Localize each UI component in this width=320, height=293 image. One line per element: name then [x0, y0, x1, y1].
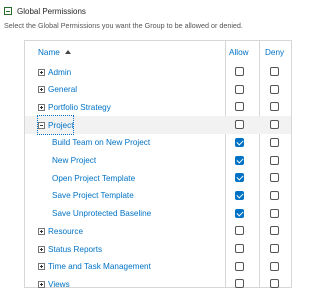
- expand-icon[interactable]: [38, 68, 45, 76]
- allow-checkbox[interactable]: [235, 190, 244, 200]
- deny-checkbox[interactable]: [270, 67, 279, 76]
- row-label: Open Project Template: [52, 173, 136, 183]
- allow-checkbox[interactable]: [235, 279, 244, 289]
- allow-checkbox[interactable]: [235, 120, 244, 130]
- expand-icon[interactable]: [38, 263, 45, 271]
- expand-icon[interactable]: [38, 86, 45, 94]
- allow-checkbox[interactable]: [235, 84, 244, 94]
- table-row: Save Unprotected Baseline: [25, 205, 291, 223]
- table-row: Status Reports: [25, 240, 291, 258]
- expand-icon[interactable]: [38, 227, 45, 235]
- row-label: New Project: [52, 156, 97, 165]
- row-label: Resource: [48, 226, 84, 236]
- table-row: Resource: [25, 222, 291, 240]
- deny-checkbox[interactable]: [270, 279, 279, 289]
- deny-checkbox[interactable]: [270, 102, 279, 112]
- table-row: Views: [25, 275, 291, 293]
- allow-checkbox[interactable]: [235, 261, 244, 271]
- row-label: Build Team on New Project: [52, 138, 151, 148]
- expand-icon[interactable]: [38, 280, 45, 288]
- row-label: Status Reports: [48, 244, 103, 254]
- permissions-table: Name Allow Deny Admin General Portfolio St…: [24, 40, 292, 289]
- column-header-deny: Deny: [265, 47, 285, 57]
- deny-checkbox[interactable]: [270, 261, 279, 271]
- allow-checkbox[interactable]: [235, 208, 244, 218]
- permission-group[interactable]: Views: [38, 275, 70, 293]
- table-row: Open Project Template: [25, 169, 291, 187]
- section-title: Global Permissions: [17, 6, 86, 16]
- deny-checkbox[interactable]: [270, 208, 279, 218]
- deny-checkbox[interactable]: [270, 120, 279, 130]
- allow-checkbox[interactable]: [235, 244, 244, 253]
- permission-group[interactable]: General: [38, 81, 77, 99]
- permission-item[interactable]: Build Team on New Project: [52, 134, 150, 152]
- collapse-icon[interactable]: [38, 121, 45, 129]
- permission-group[interactable]: Admin: [38, 63, 71, 81]
- allow-checkbox[interactable]: [235, 102, 244, 112]
- expand-icon[interactable]: [38, 245, 45, 253]
- deny-checkbox[interactable]: [270, 155, 279, 165]
- permission-group[interactable]: Status Reports: [38, 240, 102, 258]
- table-row: General: [25, 81, 291, 99]
- deny-checkbox[interactable]: [270, 226, 279, 236]
- collapse-icon[interactable]: [4, 7, 12, 15]
- row-label: Save Unprotected Baseline: [52, 209, 152, 219]
- allow-checkbox[interactable]: [235, 173, 244, 183]
- table-row: Admin: [25, 63, 291, 81]
- permission-item[interactable]: Save Project Template: [52, 187, 134, 205]
- allow-checkbox[interactable]: [235, 137, 244, 147]
- permission-item[interactable]: Save Unprotected Baseline: [52, 205, 151, 223]
- deny-checkbox[interactable]: [270, 244, 279, 253]
- row-label: Portfolio Strategy: [48, 102, 111, 112]
- table-row: Project: [25, 115, 291, 136]
- permission-item[interactable]: Open Project Template: [52, 169, 135, 187]
- table-row: Time and Task Management: [25, 258, 291, 276]
- row-label: Admin: [48, 67, 72, 77]
- column-header-allow: Allow: [229, 47, 249, 57]
- section-header[interactable]: Global Permissions: [4, 4, 86, 18]
- table-row: New Project: [25, 152, 291, 170]
- table-row: Save Project Template: [25, 187, 291, 205]
- deny-checkbox[interactable]: [270, 137, 279, 147]
- sort-ascending-icon: [64, 50, 71, 54]
- allow-checkbox[interactable]: [235, 67, 244, 76]
- allow-checkbox[interactable]: [235, 155, 244, 165]
- deny-checkbox[interactable]: [270, 173, 279, 183]
- row-label: Project: [48, 120, 74, 130]
- permission-group[interactable]: Resource: [38, 222, 83, 240]
- row-label: General: [48, 85, 78, 95]
- row-label: Views: [48, 279, 70, 289]
- permission-group[interactable]: Portfolio Strategy: [38, 98, 111, 116]
- table-row: Portfolio Strategy: [25, 98, 291, 116]
- permission-item[interactable]: New Project: [52, 152, 96, 170]
- permission-group[interactable]: Time and Task Management: [38, 258, 151, 276]
- section-description: Select the Global Permissions you want t…: [4, 21, 243, 30]
- table-row: Build Team on New Project: [25, 134, 291, 152]
- deny-checkbox[interactable]: [270, 84, 279, 94]
- column-header-name-label: Name: [38, 47, 60, 57]
- expand-icon[interactable]: [38, 103, 45, 111]
- allow-checkbox[interactable]: [235, 226, 244, 236]
- permission-group[interactable]: Project: [36, 115, 75, 136]
- row-label: Time and Task Management: [48, 262, 151, 272]
- column-header-name[interactable]: Name: [38, 41, 71, 63]
- deny-checkbox[interactable]: [270, 190, 279, 200]
- row-label: Save Project Template: [52, 191, 134, 201]
